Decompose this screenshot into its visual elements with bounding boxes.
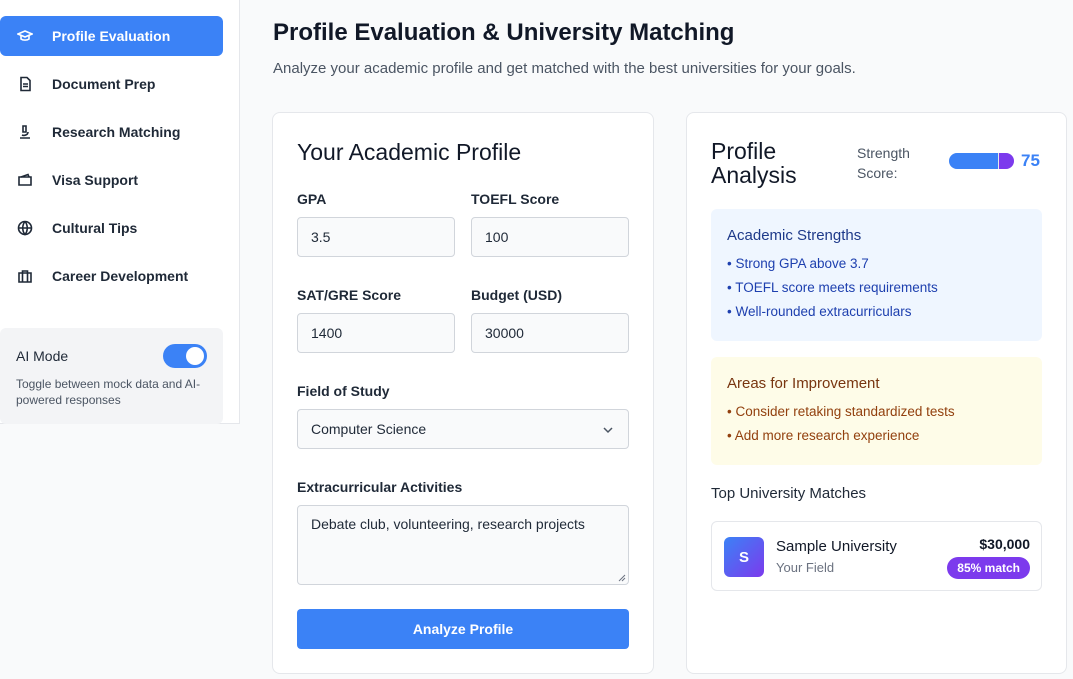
academic-strengths-box: Academic Strengths • Strong GPA above 3.… xyxy=(711,209,1042,341)
match-percent-badge: 85% match xyxy=(947,557,1030,579)
list-item: • Add more research experience xyxy=(727,428,920,443)
strengths-title: Academic Strengths xyxy=(727,227,862,244)
chevron-down-icon xyxy=(603,427,613,434)
microscope-icon xyxy=(16,123,34,141)
document-icon xyxy=(16,75,34,93)
strength-score-value: 75 xyxy=(1021,151,1040,170)
budget-input[interactable]: 30000 xyxy=(471,313,629,353)
ai-mode-panel: AI Mode Toggle between mock data and AI-… xyxy=(0,328,223,424)
university-field: Your Field xyxy=(776,560,835,575)
strength-progress-end xyxy=(999,153,1014,169)
university-avatar: S xyxy=(724,537,764,577)
field-of-study-value: Computer Science xyxy=(311,421,427,437)
list-item: • TOEFL score meets requirements xyxy=(727,280,938,295)
university-name: Sample University xyxy=(776,538,897,555)
strengths-list: • Strong GPA above 3.7 • TOEFL score mee… xyxy=(727,252,1026,324)
list-item: • Consider retaking standardized tests xyxy=(727,404,955,419)
sidebar-item-visa-support[interactable]: Visa Support xyxy=(0,160,223,200)
improvements-title: Areas for Improvement xyxy=(727,375,880,392)
university-cost: $30,000 xyxy=(979,536,1030,552)
improvement-areas-box: Areas for Improvement • Consider retakin… xyxy=(711,357,1042,465)
strength-progress-fill xyxy=(949,153,998,169)
sidebar-item-label: Cultural Tips xyxy=(52,220,138,236)
strength-score-label: Strength Score: xyxy=(857,145,910,181)
top-matches-title: Top University Matches xyxy=(711,485,867,502)
sat-label: SAT/GRE Score xyxy=(297,287,401,303)
sidebar-item-career-development[interactable]: Career Development xyxy=(0,256,223,296)
gpa-input[interactable]: 3.5 xyxy=(297,217,455,257)
toefl-label: TOEFL Score xyxy=(471,191,560,207)
sidebar-item-label: Career Development xyxy=(52,268,189,284)
budget-label: Budget (USD) xyxy=(471,287,562,303)
extracurricular-label: Extracurricular Activities xyxy=(297,479,463,495)
extracurricular-value: Debate club, volunteering, research proj… xyxy=(311,516,585,532)
analysis-title: Profile Analysis xyxy=(711,138,797,188)
field-of-study-select[interactable]: Computer Science xyxy=(297,409,629,449)
university-match-card[interactable]: S Sample University Your Field $30,000 8… xyxy=(711,521,1042,591)
strength-progress-bar xyxy=(949,153,1014,169)
wallet-icon xyxy=(16,171,34,189)
gpa-label: GPA xyxy=(297,191,327,207)
field-of-study-label: Field of Study xyxy=(297,383,390,399)
list-item: • Well-rounded extracurriculars xyxy=(727,304,912,319)
ai-mode-title: AI Mode xyxy=(16,348,69,364)
toggle-knob xyxy=(186,347,204,365)
extracurricular-textarea[interactable]: Debate club, volunteering, research proj… xyxy=(297,505,629,585)
sat-input[interactable]: 1400 xyxy=(297,313,455,353)
page-title: Profile Evaluation & University Matching xyxy=(273,19,735,46)
sidebar-item-label: Profile Evaluation xyxy=(52,28,171,44)
sidebar-item-document-prep[interactable]: Document Prep xyxy=(0,64,223,104)
list-item: • Strong GPA above 3.7 xyxy=(727,256,869,271)
sidebar-item-profile-evaluation[interactable]: Profile Evaluation xyxy=(0,16,223,56)
ai-mode-description: Toggle between mock data and AI-powered … xyxy=(16,377,201,407)
page-subtitle: Analyze your academic profile and get ma… xyxy=(273,60,856,77)
graduation-cap-icon xyxy=(16,27,34,45)
toefl-input[interactable]: 100 xyxy=(471,217,629,257)
academic-profile-card: Your Academic Profile GPA 3.5 TOEFL Scor… xyxy=(272,112,654,674)
globe-icon xyxy=(16,219,34,237)
sidebar-item-label: Research Matching xyxy=(52,124,181,140)
form-title: Your Academic Profile xyxy=(297,139,522,165)
briefcase-icon xyxy=(16,267,34,285)
sidebar-item-label: Document Prep xyxy=(52,76,156,92)
profile-analysis-card: Profile Analysis Strength Score: 75 Acad… xyxy=(686,112,1067,674)
sidebar-nav: Profile Evaluation Document Prep Researc… xyxy=(0,16,223,304)
sidebar-item-label: Visa Support xyxy=(52,172,139,188)
improvements-list: • Consider retaking standardized tests •… xyxy=(727,400,1026,448)
resize-handle-icon[interactable] xyxy=(618,574,626,582)
analyze-profile-button[interactable]: Analyze Profile xyxy=(297,609,629,649)
sidebar: Profile Evaluation Document Prep Researc… xyxy=(0,0,240,424)
sidebar-item-research-matching[interactable]: Research Matching xyxy=(0,112,223,152)
ai-mode-toggle[interactable] xyxy=(163,344,207,368)
sidebar-item-cultural-tips[interactable]: Cultural Tips xyxy=(0,208,223,248)
